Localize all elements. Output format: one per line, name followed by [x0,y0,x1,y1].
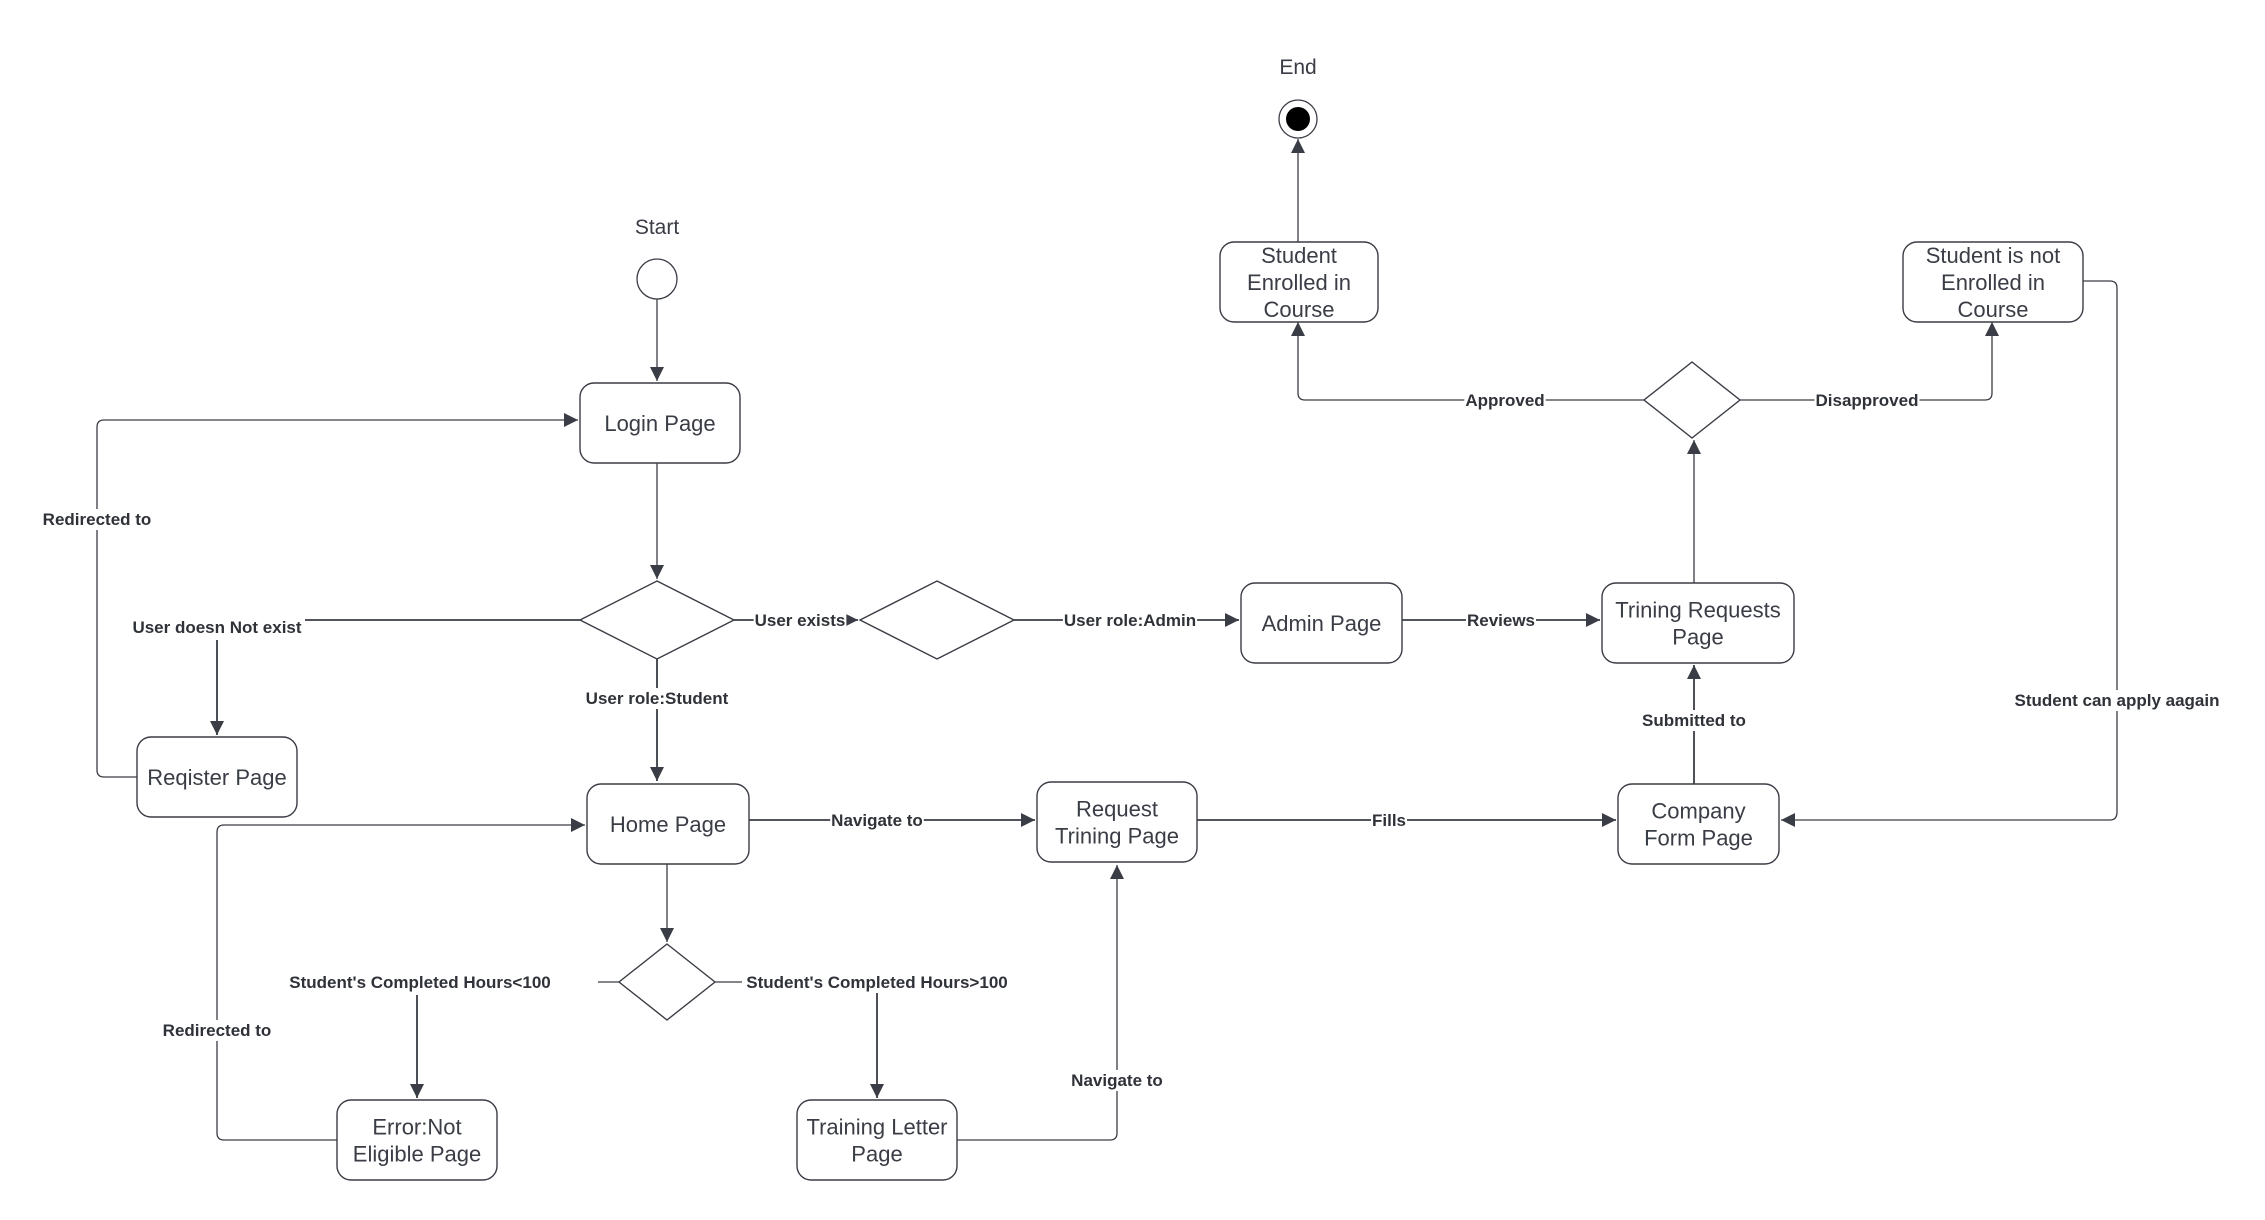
edge-label-text: Disapproved [1816,391,1919,410]
node-label-line: Admin Page [1262,611,1382,636]
node-box[interactable] [1036,781,1198,863]
edge-disapproved [1740,322,1999,401]
node-label-line: Trining Page [1055,824,1179,849]
node-label-line: Company [1651,799,1745,824]
node-label-line: Trining Requests [1615,598,1780,623]
node-box[interactable] [1601,582,1795,664]
edge-label-text: Reviews [1467,611,1535,630]
edge-label-text: Student's Completed Hours<100 [289,973,550,992]
node-label-line: Home Page [610,812,726,837]
edge-label-fills: Fills [1370,810,1408,831]
node-label-line: Student is not [1926,243,2061,268]
edge-label-navigate-to-request: Navigate to [830,810,924,831]
edge-label-navigate-to-from-letter: Navigate to [1070,1070,1164,1091]
node-request-training[interactable]: RequestTrining Page [1036,781,1198,863]
edge-label-text: Submitted to [1642,711,1746,730]
edge-approved [1291,322,1644,401]
node-training-letter[interactable]: Training LetterPage [796,1099,958,1181]
node-box[interactable] [1617,783,1780,865]
edge-label-text: Redirected to [43,510,152,529]
edge-label-text: Navigate to [831,811,923,830]
edge-label-text: User exists [755,611,846,630]
edge-label-user-role-student: User role:Student [584,688,730,709]
edge-label-approved: Approved [1464,390,1546,411]
node-not-enrolled[interactable]: Student is notEnrolled inCourse [1902,241,2084,323]
edge-label-submitted-to: Submitted to [1641,710,1747,731]
edge-label-text: Fills [1372,811,1406,830]
node-label-line: Course [1958,297,2029,322]
node-register[interactable]: Reqister Page [136,736,298,818]
node-company-form[interactable]: CompanyForm Page [1617,783,1780,865]
node-admin[interactable]: Admin Page [1240,582,1403,664]
node-label-line: Error:Not [372,1115,461,1140]
end-inner-dot-icon [1286,107,1310,131]
decision-approval[interactable] [1642,361,1742,439]
edge-label-apply-again: Student can apply aagain [2013,690,2221,711]
edge-label-disapproved: Disapproved [1814,390,1920,411]
edge-label-user-exists: User exists [753,610,847,631]
edge-label-text: User role:Admin [1064,611,1196,630]
start-circle-icon [636,258,678,300]
node-label-line: Enrolled in [1941,270,2045,295]
node-label-line: Login Page [604,411,715,436]
edge-label-user-not-exist: User doesn Not exist [131,617,303,638]
edge-label-user-role-admin: User role:Admin [1062,610,1198,631]
edge-label-text: Student can apply aagain [2015,691,2220,710]
activity-diagram-canvas: Start End Login Page Reqister Page Home Pa… [41,56,2221,1181]
edge-label-text: Navigate to [1071,1071,1163,1090]
node-label-line: Page [1672,625,1723,650]
edge-register-to-login [96,413,578,778]
edge-label-hours-more: Student's Completed Hours>100 [745,972,1009,993]
end-node: End [1278,56,1318,139]
edge-label-redirected-to-login: Redirected to [41,509,153,530]
node-label-line: Eligible Page [353,1142,481,1167]
node-enrolled[interactable]: StudentEnrolled inCourse [1219,241,1379,323]
node-label-line: Training Letter [806,1115,947,1140]
edge-label-text: Approved [1465,391,1544,410]
node-error[interactable]: Error:NotEligible Page [336,1099,498,1181]
node-label-line: Page [851,1142,902,1167]
action-nodes: Login Page Reqister Page Home Page Error:No… [136,241,2084,1181]
node-login[interactable]: Login Page [579,382,741,464]
node-label-line: Form Page [1644,826,1753,851]
node-label-line: Enrolled in [1247,270,1351,295]
decision-user-exists[interactable] [578,580,736,660]
node-training-requests[interactable]: Trining RequestsPage [1601,582,1795,664]
start-node: Start [635,216,680,300]
node-label-line: Request [1076,797,1158,822]
edge-label-text: User role:Student [586,689,729,708]
edge-label-reviews: Reviews [1465,610,1537,631]
edge-label-text: User doesn Not exist [132,618,301,637]
edge-label-text: Redirected to [163,1021,272,1040]
end-label: End [1279,56,1316,79]
decision-completed-hours[interactable] [617,943,717,1021]
node-box[interactable] [796,1099,958,1181]
edge-label-text: Student's Completed Hours>100 [746,973,1007,992]
node-label-line: Student [1261,243,1337,268]
edge-letter-to-request [957,865,1124,1141]
start-label: Start [635,216,680,239]
node-home[interactable]: Home Page [586,783,750,865]
edge-apply-again [1781,280,2118,827]
edge-labels: Redirected to User doesn Not exist User ex… [41,390,2221,1091]
node-label-line: Reqister Page [147,765,286,790]
node-box[interactable] [336,1099,498,1181]
edge-label-redirected-to-home: Redirected to [161,1020,273,1041]
node-label-line: Course [1264,297,1335,322]
edge-label-hours-less: Student's Completed Hours<100 [288,972,552,993]
decision-user-role[interactable] [858,580,1016,660]
